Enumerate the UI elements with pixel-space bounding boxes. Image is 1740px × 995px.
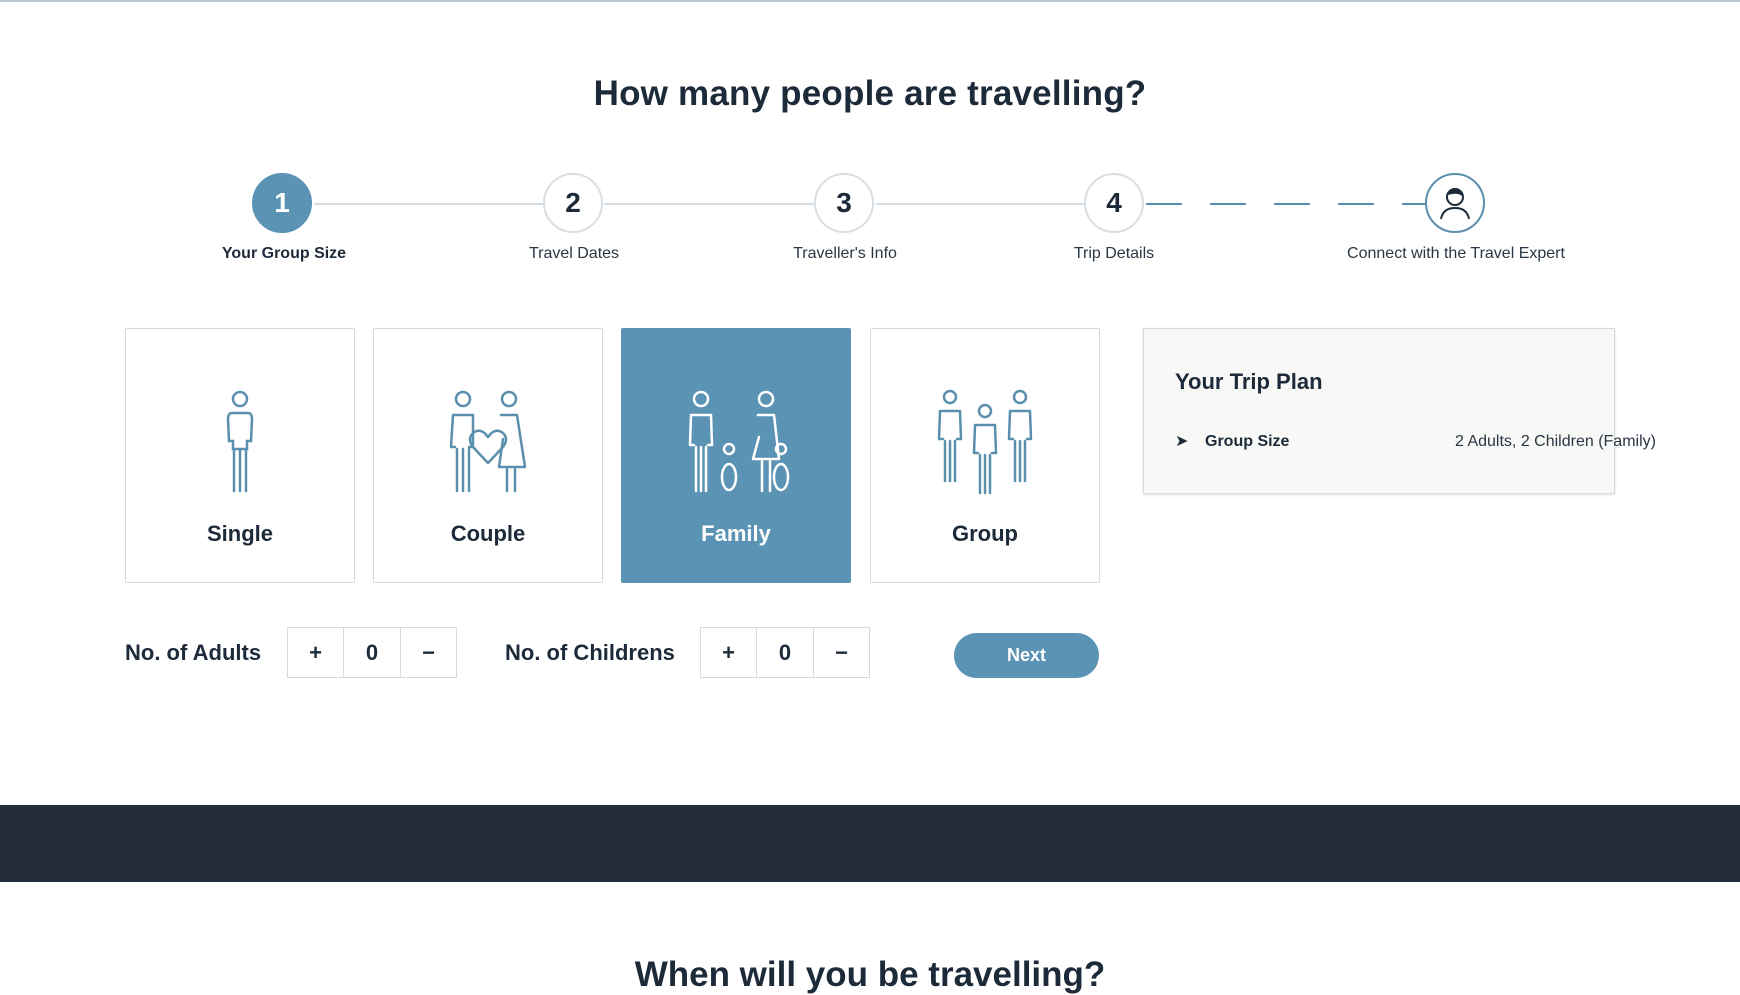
step-2-label: Travel Dates [528, 245, 620, 262]
step-3-label: Traveller's Info [793, 245, 897, 262]
next-section-title: When will you be travelling? [634, 955, 1106, 994]
step-4-circle[interactable]: 4 [1084, 173, 1144, 233]
group-option-couple-label: Couple [450, 521, 526, 546]
group-option-group-label: Group [952, 521, 1018, 546]
adults-counter: + 0 − [287, 627, 457, 678]
step-4-number: 4 [1106, 187, 1122, 218]
adults-counter-label: No. of Adults [125, 640, 262, 665]
progress-stepper: 1 Your Group Size 2 Travel Dates 3 Trave… [0, 170, 1740, 270]
step-1-circle[interactable]: 1 [252, 173, 312, 233]
arrow-right-icon: ➤ [1175, 433, 1189, 450]
trip-plan-panel: Your Trip Plan ➤ Group Size 2 Adults, 2 … [1143, 328, 1656, 494]
group-option-single-label: Single [206, 521, 273, 546]
trip-plan-row-key: Group Size [1205, 433, 1290, 450]
group-icon [937, 389, 1033, 495]
section-divider-band [0, 805, 1740, 882]
step-1-number: 1 [274, 187, 290, 218]
group-option-couple[interactable]: Couple [373, 328, 603, 583]
next-button[interactable]: Next [954, 633, 1099, 678]
step-connector [604, 203, 816, 205]
adults-plus-button[interactable]: + [288, 628, 345, 677]
group-option-family[interactable]: Family [621, 328, 851, 583]
step-2-number: 2 [565, 187, 581, 218]
children-counter: + 0 − [700, 627, 870, 678]
step-connector [314, 203, 544, 205]
step-2-circle[interactable]: 2 [543, 173, 603, 233]
family-icon [688, 390, 790, 493]
trip-plan-title: Your Trip Plan [1175, 369, 1323, 394]
children-plus-button[interactable]: + [701, 628, 758, 677]
couple-heart-icon [449, 390, 527, 493]
children-minus-button[interactable]: − [813, 628, 869, 677]
group-option-single[interactable]: Single [125, 328, 355, 583]
trip-plan-row-value: 2 Adults, 2 Children (Family) [1455, 433, 1656, 450]
adults-minus-button[interactable]: − [400, 628, 456, 677]
children-count-value[interactable]: 0 [757, 628, 813, 677]
group-option-group[interactable]: Group [870, 328, 1100, 583]
group-option-family-label: Family [701, 521, 771, 546]
step-4-label: Trip Details [1073, 245, 1155, 262]
adults-count-value[interactable]: 0 [344, 628, 400, 677]
children-counter-label: No. of Childrens [505, 640, 675, 665]
step-1-label: Your Group Size [221, 245, 347, 262]
travel-expert-avatar-icon [1440, 188, 1470, 220]
step-3-circle[interactable]: 3 [814, 173, 874, 233]
step-connector-dashed [1146, 203, 1426, 205]
top-divider [0, 0, 1740, 2]
step-5-circle[interactable] [1425, 173, 1485, 233]
single-person-icon [226, 390, 254, 493]
page-title: How many people are travelling? [593, 74, 1147, 113]
step-5-label: Connect with the Travel Expert [1347, 245, 1565, 262]
step-connector [876, 203, 1084, 205]
step-3-number: 3 [836, 187, 852, 218]
